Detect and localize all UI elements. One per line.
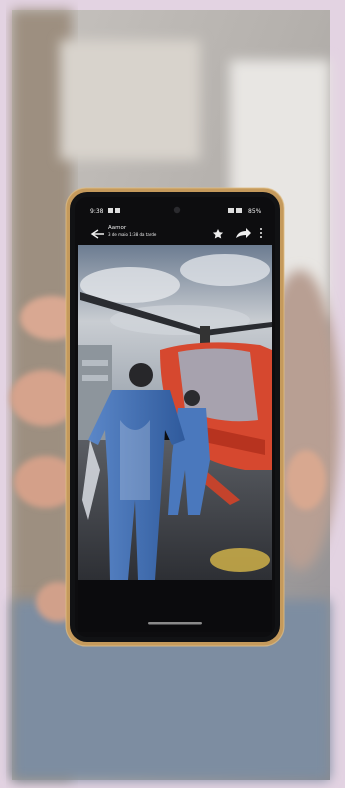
nav-area [78, 580, 272, 632]
status-time: 9:38 [90, 208, 104, 215]
home-indicator[interactable] [148, 622, 202, 625]
photo: 9:38 85% Aamor 3 de maio 1:38 da tarde [0, 0, 345, 788]
more-vert-icon[interactable] [260, 228, 262, 238]
displayed-photo [78, 245, 272, 580]
contact-name: Aamor [108, 225, 127, 231]
status-battery: 85% [248, 208, 262, 215]
front-camera [173, 206, 181, 214]
message-timestamp: 3 de maio 1:38 da tarde [108, 232, 157, 237]
